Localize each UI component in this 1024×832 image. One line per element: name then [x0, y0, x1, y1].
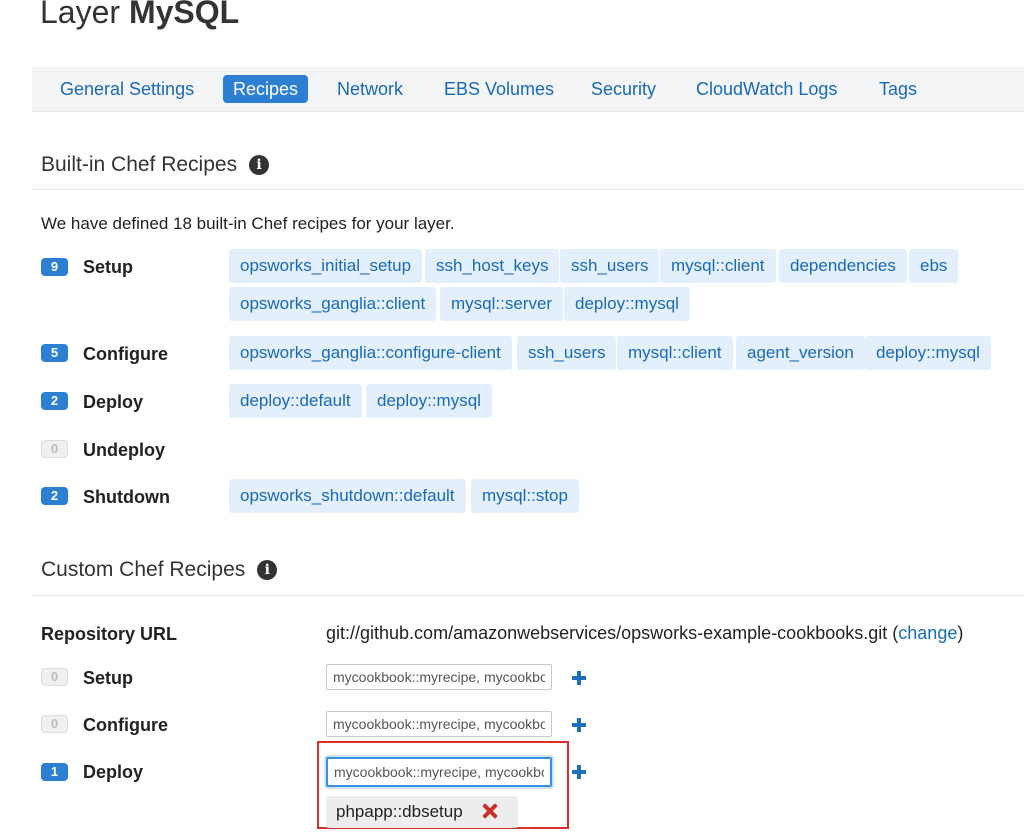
change-repository-link[interactable]: change	[898, 623, 957, 643]
section-divider	[32, 595, 1024, 596]
recipe-chip: agent_version	[736, 336, 865, 370]
deploy-recipe-tag-label: phpapp::dbsetup	[336, 802, 463, 821]
recipe-chip: mysql::server	[440, 287, 564, 321]
custom-deploy-count-badge: 1	[41, 763, 68, 781]
add-setup-recipe-plus-icon[interactable]	[572, 671, 586, 685]
custom-setup-event-label: Setup	[83, 668, 134, 688]
custom-configure-count-badge: 0	[41, 715, 68, 733]
add-configure-recipe-plus-icon[interactable]	[572, 718, 586, 732]
tab-ebs-volumes[interactable]: EBS Volumes	[434, 75, 564, 103]
recipe-chip: opsworks_ganglia::configure-client	[229, 336, 512, 370]
custom-setup-recipes-input[interactable]	[326, 664, 552, 690]
tab-recipes[interactable]: Recipes	[223, 75, 309, 103]
recipe-chip: opsworks_shutdown::default	[229, 479, 466, 513]
page-title: Layer MySQL	[40, 0, 239, 31]
section-divider	[32, 189, 1024, 190]
add-deploy-recipe-plus-icon[interactable]	[572, 765, 586, 779]
repository-url-label: Repository URL	[41, 624, 178, 644]
shutdown-count-badge: 2	[41, 487, 68, 505]
builtin-recipes-description: We have defined 18 built-in Chef recipes…	[41, 214, 455, 233]
repository-url: git://github.com/amazonwebservices/opswo…	[326, 623, 963, 644]
tab-tags[interactable]: Tags	[869, 75, 927, 103]
recipe-chip: deploy::mysql	[865, 336, 991, 370]
recipe-chip: opsworks_ganglia::client	[229, 287, 437, 321]
shutdown-event-label: Shutdown	[83, 487, 170, 507]
setup-event-label: Setup	[83, 257, 134, 277]
custom-deploy-event-label: Deploy	[83, 762, 144, 782]
page-title-layer-name: MySQL	[128, 0, 240, 30]
recipe-chip: mysql::client	[660, 249, 776, 283]
recipe-chip: deploy::mysql	[564, 287, 690, 321]
change-close-paren: )	[957, 623, 964, 643]
builtin-recipes-heading-text: Built-in Chef Recipes	[41, 153, 238, 176]
configure-event-label: Configure	[83, 344, 168, 364]
deploy-count-badge: 2	[41, 392, 68, 410]
recipe-chip: ssh_users	[560, 249, 660, 283]
deploy-event-label: Deploy	[83, 392, 144, 412]
tab-bar: General Settings Recipes Network EBS Vol…	[32, 67, 1024, 112]
recipe-chip: mysql::stop	[471, 479, 579, 513]
info-icon[interactable]: i	[249, 155, 270, 176]
recipe-chip: ssh_host_keys	[425, 249, 560, 283]
recipe-chip: opsworks_initial_setup	[229, 249, 423, 283]
custom-recipes-heading-text: Custom Chef Recipes	[41, 558, 246, 581]
tab-cloudwatch-logs[interactable]: CloudWatch Logs	[686, 75, 847, 103]
custom-configure-event-label: Configure	[83, 715, 168, 735]
recipe-chip: ebs	[909, 249, 959, 283]
custom-setup-count-badge: 0	[41, 668, 68, 686]
recipe-chip: deploy::default	[229, 384, 362, 418]
tab-network[interactable]: Network	[327, 75, 413, 103]
tab-general-settings[interactable]: General Settings	[50, 75, 204, 103]
info-icon[interactable]: i	[257, 560, 278, 581]
tab-security[interactable]: Security	[581, 75, 666, 103]
deploy-recipe-tag: phpapp::dbsetup	[326, 796, 518, 828]
undeploy-count-badge: 0	[41, 440, 68, 458]
page-title-prefix: Layer	[40, 0, 121, 30]
remove-recipe-x-icon[interactable]	[482, 803, 498, 819]
configure-count-badge: 5	[41, 344, 68, 362]
recipe-chip: ssh_users	[517, 336, 617, 370]
builtin-recipes-heading: Built-in Chef Recipes i	[41, 153, 270, 177]
repository-url-value: git://github.com/amazonwebservices/opswo…	[326, 623, 888, 643]
recipe-chip: dependencies	[779, 249, 907, 283]
custom-recipes-heading: Custom Chef Recipes i	[41, 558, 278, 582]
recipe-chip: deploy::mysql	[366, 384, 492, 418]
recipe-chip: mysql::client	[617, 336, 733, 370]
setup-count-badge: 9	[41, 258, 68, 276]
custom-configure-recipes-input[interactable]	[326, 711, 552, 737]
undeploy-event-label: Undeploy	[83, 440, 166, 460]
